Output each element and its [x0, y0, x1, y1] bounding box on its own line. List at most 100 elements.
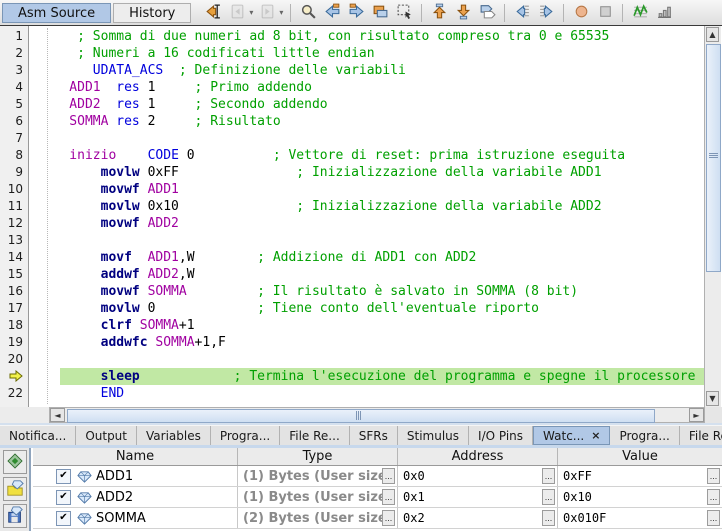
gutter-line-number[interactable]: 3 [0, 62, 28, 79]
code-line[interactable]: 15 addwf ADD2,W [0, 266, 705, 283]
code-line[interactable]: 5 ADD2 res 1 ; Secondo addendo [0, 96, 705, 113]
scroll-left-button[interactable]: ◄ [50, 408, 65, 422]
type-more-button[interactable]: ... [382, 489, 395, 505]
column-header-type[interactable]: Type [238, 448, 398, 465]
panel-tab-notifica-[interactable]: Notifica... [0, 426, 76, 445]
name-cell[interactable]: ✔ADD2 [33, 487, 238, 507]
code-line[interactable]: 14 movf ADD1,W ; Addizione di ADD1 con A… [0, 249, 705, 266]
code-line[interactable]: 1 ; Somma di due numeri ad 8 bit, con ri… [0, 28, 705, 45]
gutter-line-number[interactable]: 10 [0, 181, 28, 198]
address-cell[interactable]: 0x0... [398, 466, 558, 486]
code-line[interactable]: 19 addwfc SOMMA+1,F [0, 334, 705, 351]
panel-tab-output[interactable]: Output [76, 426, 137, 445]
back-button[interactable] [226, 2, 248, 24]
vertical-scrollbar[interactable]: ▲ ▼ [704, 26, 721, 407]
panel-tab-sfrs[interactable]: SFRs [350, 426, 398, 445]
code-line[interactable]: 20 [0, 351, 705, 368]
address-more-button[interactable]: ... [542, 510, 555, 526]
address-cell[interactable]: 0x2... [398, 508, 558, 528]
value-cell[interactable]: 0x010F... [558, 508, 722, 528]
horizontal-scrollbar[interactable]: ◄ ► [49, 407, 705, 423]
gutter-line-number[interactable]: 14 [0, 249, 28, 266]
code-line-text[interactable] [29, 232, 705, 249]
code-line-text[interactable]: UDATA_ACS ; Definizione delle variabili [29, 62, 705, 79]
code-line-text[interactable] [29, 351, 705, 368]
gutter-line-number[interactable]: 12 [0, 215, 28, 232]
gutter-line-number[interactable]: 16 [0, 283, 28, 300]
type-more-button[interactable]: ... [382, 468, 395, 484]
step-over-tags-button[interactable] [476, 2, 498, 24]
value-more-button[interactable]: ... [707, 468, 720, 484]
execution-pointer-gutter[interactable] [0, 368, 28, 385]
code-line[interactable]: 10 movwf ADD1 [0, 181, 705, 198]
name-cell[interactable]: ✔SOMMA [33, 508, 238, 528]
column-header-name[interactable]: Name [33, 448, 238, 465]
panel-tab-watc-[interactable]: Watc...× [533, 426, 610, 445]
code-line-text[interactable]: movwf SOMMA ; Il risultato è salvato in … [29, 283, 705, 300]
address-cell[interactable]: 0x1... [398, 487, 558, 507]
code-line-text[interactable]: sleep ; Termina l'esecuzione del program… [29, 368, 705, 385]
code-line-text[interactable]: movwf ADD2 [29, 215, 705, 232]
watch-enabled-checkbox[interactable]: ✔ [56, 511, 71, 526]
column-header-address[interactable]: Address [398, 448, 558, 465]
panel-tab-progra-[interactable]: Progra... [211, 426, 280, 445]
step-down-button[interactable] [452, 2, 474, 24]
code-line-text[interactable]: movlw 0x10 ; Inizializzazione della vari… [29, 198, 705, 215]
step-up-button[interactable] [428, 2, 450, 24]
gutter-line-number[interactable]: 7 [0, 130, 28, 147]
type-more-button[interactable]: ... [382, 510, 395, 526]
code-line-text[interactable]: movlw 0 ; Tiene conto dell'eventuale rip… [29, 300, 705, 317]
code-line-text[interactable]: END [29, 385, 705, 402]
panel-tab-i-o-pins[interactable]: I/O Pins [469, 426, 533, 445]
gutter-line-number[interactable]: 1 [0, 28, 28, 45]
code-line[interactable]: 11 movlw 0x10 ; Inizializzazione della v… [0, 198, 705, 215]
value-more-button[interactable]: ... [707, 510, 720, 526]
scroll-down-button[interactable]: ▼ [706, 391, 719, 406]
code-line-text[interactable]: movf ADD1,W ; Addizione di ADD1 con ADD2 [29, 249, 705, 266]
dropdown-caret-icon[interactable]: ▾ [279, 8, 283, 17]
add-watch-button[interactable] [3, 450, 27, 474]
dropdown-caret-icon[interactable]: ▾ [249, 8, 253, 17]
panel-tab-file-re-[interactable]: File Re... [280, 426, 350, 445]
code-line-text[interactable]: ADD2 res 1 ; Secondo addendo [29, 96, 705, 113]
levels-button[interactable] [653, 2, 675, 24]
type-cell[interactable]: (1) Bytes (User size)... [238, 466, 398, 486]
code-line[interactable]: 2 ; Numeri a 16 codificati little endian [0, 45, 705, 62]
stop-square-button[interactable] [594, 2, 616, 24]
code-line-text[interactable]: clrf SOMMA+1 [29, 317, 705, 334]
code-line-text[interactable] [29, 130, 705, 147]
scroll-up-button[interactable]: ▲ [706, 27, 719, 42]
code-line[interactable]: 22 END [0, 385, 705, 402]
show-source-button[interactable] [202, 2, 224, 24]
code-line-text[interactable]: movwf ADD1 [29, 181, 705, 198]
code-line[interactable]: 4 ADD1 res 1 ; Primo addendo [0, 79, 705, 96]
gutter-line-number[interactable]: 15 [0, 266, 28, 283]
code-line[interactable]: 7 [0, 130, 705, 147]
forward-button[interactable] [256, 2, 278, 24]
value-cell[interactable]: 0xFF... [558, 466, 722, 486]
watch-enabled-checkbox[interactable]: ✔ [56, 490, 71, 505]
value-more-button[interactable]: ... [707, 489, 720, 505]
code-text-area[interactable]: 1 ; Somma di due numeri ad 8 bit, con ri… [0, 28, 705, 402]
panel-tab-stimulus[interactable]: Stimulus [398, 426, 469, 445]
vertical-scrollbar-thumb[interactable] [706, 44, 721, 272]
hop-back-button[interactable] [321, 2, 343, 24]
gutter-line-number[interactable]: 4 [0, 79, 28, 96]
code-line-text[interactable]: inizio CODE 0 ; Vettore di reset: prima … [29, 147, 705, 164]
code-line[interactable]: 18 clrf SOMMA+1 [0, 317, 705, 334]
code-line-text[interactable]: ADD1 res 1 ; Primo addendo [29, 79, 705, 96]
code-line[interactable]: 9 movlw 0xFF ; Inizializzazione della va… [0, 164, 705, 181]
type-cell[interactable]: (2) Bytes (User size)... [238, 508, 398, 528]
gutter-line-number[interactable]: 20 [0, 351, 28, 368]
code-line[interactable]: 3 UDATA_ACS ; Definizione delle variabil… [0, 62, 705, 79]
value-cell[interactable]: 0x10... [558, 487, 722, 507]
gutter-line-number[interactable]: 19 [0, 334, 28, 351]
tab-history[interactable]: History [113, 3, 191, 23]
gutter-line-number[interactable]: 2 [0, 45, 28, 62]
code-line[interactable]: sleep ; Termina l'esecuzione del program… [0, 368, 705, 385]
code-line-text[interactable]: ; Somma di due numeri ad 8 bit, con risu… [29, 28, 705, 45]
select-region-button[interactable] [393, 2, 415, 24]
code-line-text[interactable]: SOMMA res 2 ; Risultato [29, 113, 705, 130]
oscilloscope-button[interactable] [629, 2, 651, 24]
gutter-line-number[interactable]: 5 [0, 96, 28, 113]
